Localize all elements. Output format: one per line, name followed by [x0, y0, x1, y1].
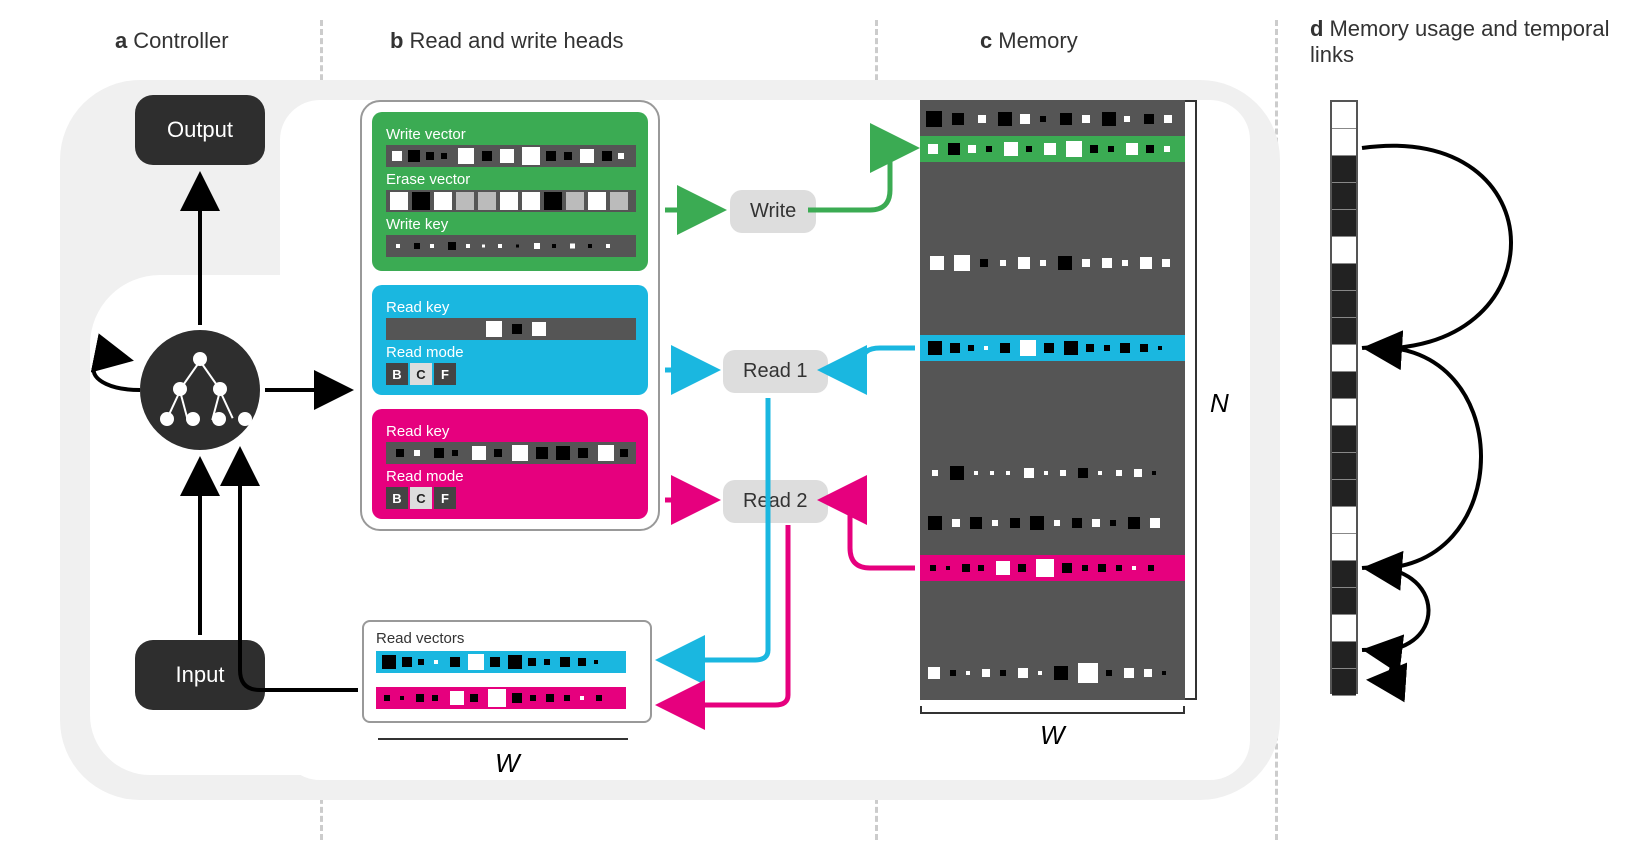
section-c-label: cMemory [980, 28, 1078, 54]
w-heads-bracket [378, 738, 628, 740]
usage-cell [1332, 507, 1356, 534]
usage-cell [1332, 183, 1356, 210]
usage-cell [1332, 102, 1356, 129]
write-head-panel: Write vector Erase vector Write key [372, 112, 648, 271]
read-head-2-panel: Read key Read mode BCF [372, 409, 648, 519]
usage-cell [1332, 372, 1356, 399]
usage-cell [1332, 642, 1356, 669]
usage-cell [1332, 237, 1356, 264]
section-a-label: aController [115, 28, 229, 54]
memory-row [920, 555, 1185, 581]
heads-container: Write vector Erase vector Write key Read… [360, 100, 660, 531]
usage-cell [1332, 426, 1356, 453]
read-key-2-row [386, 442, 636, 464]
read-mode-2-row: BCF [386, 487, 634, 509]
memory-usage-column [1330, 100, 1358, 694]
usage-cell [1332, 291, 1356, 318]
memory-row [920, 660, 1185, 686]
memory-row [920, 510, 1185, 536]
read-vectors-label: Read vectors [376, 630, 638, 647]
usage-cell [1332, 345, 1356, 372]
erase-vector-label: Erase vector [386, 171, 634, 188]
read1-op-box: Read 1 [723, 350, 828, 393]
n-bracket [1195, 100, 1197, 700]
usage-cell [1332, 453, 1356, 480]
usage-cell [1332, 399, 1356, 426]
usage-cell [1332, 210, 1356, 237]
mode-cell: B [386, 487, 408, 509]
input-box: Input [135, 640, 265, 710]
read-vector-1-row [376, 651, 626, 673]
n-axis-label: N [1210, 388, 1229, 419]
usage-cell [1332, 588, 1356, 615]
erase-vector-row [386, 190, 636, 212]
mode-cell: C [410, 363, 432, 385]
mode-cell: C [410, 487, 432, 509]
mode-cell: F [434, 363, 456, 385]
output-box: Output [135, 95, 265, 165]
write-op-box: Write [730, 190, 816, 233]
read-mode-1-label: Read mode [386, 344, 634, 361]
controller-node [140, 330, 260, 450]
usage-cell [1332, 129, 1356, 156]
section-d-label: dMemory usage and temporal links [1310, 16, 1650, 68]
w-heads-axis-label: W [495, 748, 520, 779]
memory-matrix [920, 100, 1185, 700]
usage-cell [1332, 264, 1356, 291]
read2-op-box: Read 2 [723, 480, 828, 523]
usage-cell [1332, 480, 1356, 507]
w-mem-axis-label: W [1040, 720, 1065, 751]
section-b-label: bRead and write heads [390, 28, 623, 54]
w-mem-bracket [920, 712, 1185, 714]
memory-row [920, 136, 1185, 162]
read-key-2-label: Read key [386, 423, 634, 440]
read-vectors-container: Read vectors [362, 620, 652, 723]
memory-row [920, 106, 1185, 132]
write-key-row [386, 235, 636, 257]
write-key-label: Write key [386, 216, 634, 233]
memory-row [920, 335, 1185, 361]
mode-cell: B [386, 363, 408, 385]
usage-cell [1332, 534, 1356, 561]
read-mode-2-label: Read mode [386, 468, 634, 485]
usage-cell [1332, 318, 1356, 345]
read-key-1-row [386, 318, 636, 340]
usage-cell [1332, 156, 1356, 183]
read-key-1-label: Read key [386, 299, 634, 316]
memory-row [920, 250, 1185, 276]
usage-cell [1332, 561, 1356, 588]
write-vector-label: Write vector [386, 126, 634, 143]
read-mode-1-row: BCF [386, 363, 634, 385]
read-vector-2-row [376, 687, 626, 709]
memory-row [920, 460, 1185, 486]
mode-cell: F [434, 487, 456, 509]
usage-cell [1332, 669, 1356, 696]
write-vector-row [386, 145, 636, 167]
usage-cell [1332, 615, 1356, 642]
read-head-1-panel: Read key Read mode BCF [372, 285, 648, 395]
